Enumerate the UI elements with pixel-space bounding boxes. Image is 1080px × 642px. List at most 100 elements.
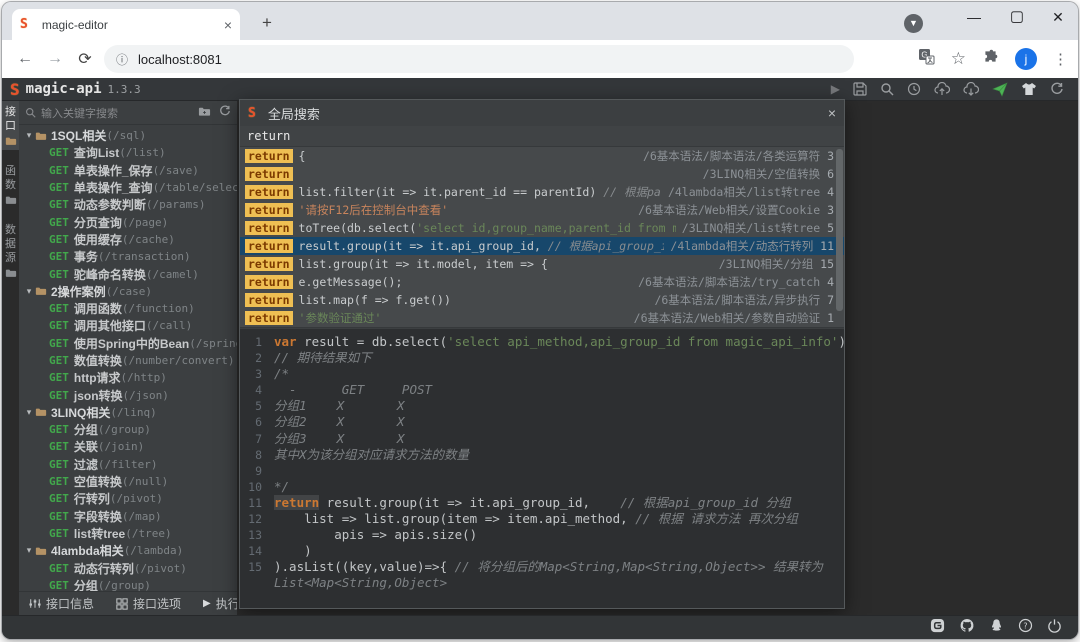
search-input[interactable]: 输入关键字搜索 — [41, 105, 198, 121]
api-info-button[interactable]: 接口信息 — [29, 595, 94, 612]
execute-button[interactable]: ▶执行 — [203, 595, 237, 612]
side-tab-active[interactable]: 接口 — [2, 101, 19, 150]
search-result-row[interactable]: returnlist.group(it => it.model, item =>… — [240, 255, 844, 273]
tree-api-item[interactable]: GET查询List(/list) — [19, 144, 237, 161]
api-name: json转换 — [74, 387, 123, 404]
bookmark-star-icon[interactable]: ☆ — [951, 49, 966, 69]
tree-api-item[interactable]: GET单表操作_保存(/save) — [19, 162, 237, 179]
api-options-button[interactable]: 接口选项 — [116, 595, 181, 612]
search-result-row[interactable]: returnlist.filter(it => it.parent_id == … — [240, 183, 844, 201]
upload-cloud-icon[interactable] — [934, 82, 950, 96]
tree-api-item[interactable]: GET关联(/join) — [19, 438, 237, 455]
reload-icon[interactable]: ⟳ — [70, 49, 100, 69]
extensions-puzzle-icon[interactable] — [982, 48, 999, 70]
tree-api-item[interactable]: GET单表操作_查询(/table/select — [19, 179, 237, 196]
tree-api-item[interactable]: GET使用缓存(/cache) — [19, 231, 237, 248]
side-tab-item[interactable]: 函数 — [2, 160, 19, 209]
sidebar-search-row: 输入关键字搜索 — [19, 101, 237, 125]
tree-api-item[interactable]: GET数值转换(/number/convert) — [19, 352, 237, 369]
tree-api-item[interactable]: GETlist转tree(/tree) — [19, 525, 237, 542]
search-result-row[interactable]: return'请按F12后在控制台中查看'/6基本语法/Web相关/设置Cook… — [240, 201, 844, 219]
tree-api-item[interactable]: GET过滤(/filter) — [19, 456, 237, 473]
search-results-list: return{/6基本语法/脚本语法/各类运算符 3return/3LINQ相关… — [240, 147, 844, 327]
qq-icon[interactable] — [989, 618, 1004, 638]
line-number — [240, 575, 274, 591]
new-group-folder-icon[interactable] — [198, 104, 211, 122]
download-cloud-icon[interactable] — [963, 82, 979, 96]
play-icon: ▶ — [203, 598, 211, 609]
code-line: 6分组2 X X — [240, 414, 844, 430]
side-tab-item[interactable]: 数据源 — [2, 219, 19, 282]
url-input[interactable]: ⓘ localhost:8081 — [104, 45, 854, 73]
api-path: (/http) — [121, 371, 167, 384]
result-code-text: list.map(f => f.get()) — [299, 293, 649, 307]
minimize-button[interactable]: — — [954, 2, 994, 32]
global-search-input[interactable]: return — [240, 126, 844, 147]
modal-header[interactable]: S 全局搜索 × — [240, 100, 844, 126]
site-info-icon[interactable]: ⓘ — [116, 51, 128, 68]
download-indicator-icon[interactable]: ▼ — [904, 14, 923, 33]
tree-api-item[interactable]: GET分页查询(/page) — [19, 213, 237, 230]
search-result-row[interactable]: returnlist.map(f => f.get())/6基本语法/脚本语法/… — [240, 291, 844, 309]
side-tab-strip: 接口函数数据源 — [2, 101, 19, 615]
search-result-row-selected[interactable]: returnresult.group(it => it.api_group_id… — [240, 237, 844, 255]
theme-tshirt-icon[interactable] — [1021, 82, 1037, 96]
tree-api-item[interactable]: GEThttp请求(/http) — [19, 369, 237, 386]
tree-folder[interactable]: ▾1SQL相关(/sql) — [19, 127, 237, 144]
help-icon[interactable]: ? — [1018, 618, 1033, 638]
chevron-down-icon[interactable]: ▾ — [23, 286, 35, 297]
tree-api-item[interactable]: GET调用其他接口(/call) — [19, 317, 237, 334]
tree-api-item[interactable]: GET动态参数判断(/params) — [19, 196, 237, 213]
tree-api-item[interactable]: GET动态行转列(/pivot) — [19, 559, 237, 576]
tree-folder[interactable]: ▾4lambda相关(/lambda) — [19, 542, 237, 559]
back-icon[interactable]: ← — [10, 50, 40, 68]
power-logout-icon[interactable] — [1047, 618, 1062, 638]
code-preview[interactable]: 1var result = db.select('select api_meth… — [240, 329, 844, 608]
tree-folder[interactable]: ▾3LINQ相关(/linq) — [19, 404, 237, 421]
search-result-row[interactable]: return{/6基本语法/脚本语法/各类运算符 3 — [240, 147, 844, 165]
search-result-row[interactable]: return'参数验证通过'/6基本语法/Web相关/参数自动验证 1 — [240, 309, 844, 327]
refresh-icon[interactable] — [1050, 82, 1064, 96]
favicon-magic-icon: S — [20, 17, 28, 32]
tree-api-item[interactable]: GET空值转换(/null) — [19, 473, 237, 490]
method-badge: GET — [49, 475, 69, 488]
search-icon[interactable] — [880, 82, 894, 96]
profile-avatar[interactable]: j — [1015, 48, 1037, 70]
gitee-icon[interactable] — [930, 618, 945, 638]
github-icon[interactable] — [959, 618, 975, 638]
tree-api-item[interactable]: GET使用Spring中的Bean(/spring — [19, 335, 237, 352]
tree-folder[interactable]: ▾2操作案例(/case) — [19, 283, 237, 300]
code-text: /* — [274, 366, 289, 382]
tab-close-icon[interactable]: × — [224, 17, 232, 33]
push-send-icon[interactable] — [992, 82, 1008, 97]
api-path: (/case) — [106, 285, 152, 298]
browser-menu-icon[interactable]: ⋮ — [1053, 50, 1068, 68]
close-button[interactable]: ✕ — [1038, 2, 1078, 32]
tree-api-item[interactable]: GET调用函数(/function) — [19, 300, 237, 317]
run-play-icon[interactable]: ▶ — [831, 82, 840, 96]
refresh-tree-icon[interactable] — [219, 104, 231, 122]
maximize-button[interactable]: ▢ — [997, 2, 1037, 32]
tree-api-item[interactable]: GET字段转换(/map) — [19, 508, 237, 525]
tree-api-item[interactable]: GET行转列(/pivot) — [19, 490, 237, 507]
tree-api-item[interactable]: GET分组(/group) — [19, 421, 237, 438]
tree-api-item[interactable]: GETjson转换(/json) — [19, 386, 237, 403]
modal-close-icon[interactable]: × — [828, 105, 836, 121]
new-tab-button[interactable]: + — [254, 10, 280, 36]
chevron-down-icon[interactable]: ▾ — [23, 407, 35, 418]
results-scrollbar[interactable] — [836, 149, 843, 311]
code-text: 分组3 X X — [274, 431, 404, 447]
translate-icon[interactable]: G — [918, 48, 935, 70]
search-result-row[interactable]: return/3LINQ相关/空值转换 6 — [240, 165, 844, 183]
search-result-row[interactable]: returntoTree(db.select('select id,group_… — [240, 219, 844, 237]
chevron-down-icon[interactable]: ▾ — [23, 130, 35, 141]
search-result-row[interactable]: returne.getMessage();/6基本语法/脚本语法/try_cat… — [240, 273, 844, 291]
chevron-down-icon[interactable]: ▾ — [23, 545, 35, 556]
tree-api-item[interactable]: GET驼峰命名转换(/camel) — [19, 265, 237, 282]
browser-tab[interactable]: S magic-editor × — [12, 9, 240, 40]
tree-api-item[interactable]: GET分组(/group) — [19, 577, 237, 591]
history-clock-icon[interactable] — [907, 82, 921, 96]
save-icon[interactable] — [853, 82, 867, 96]
forward-icon[interactable]: → — [40, 50, 70, 68]
tree-api-item[interactable]: GET事务(/transaction) — [19, 248, 237, 265]
